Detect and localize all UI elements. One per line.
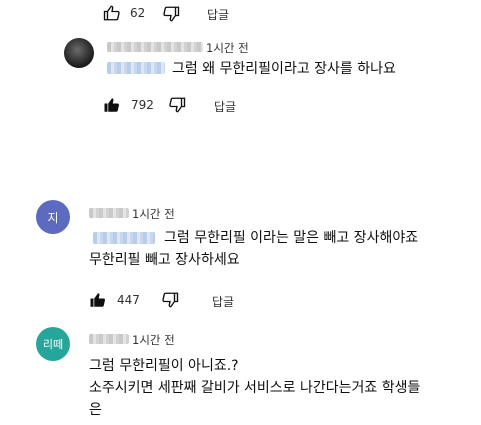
comment-text-line1: 그럼 무한리필 이라는 말은 빼고 장사해야죠: [164, 230, 419, 246]
author-name[interactable]: [89, 334, 129, 344]
mention-link[interactable]: [93, 232, 155, 244]
author-name[interactable]: [107, 42, 203, 52]
comment-text-line1: 그럼 무한리필이 아니죠.?: [89, 358, 239, 374]
timestamp[interactable]: 1시간 전: [132, 206, 175, 222]
timestamp[interactable]: 1시간 전: [206, 40, 249, 56]
like-count: 62: [130, 6, 146, 20]
avatar[interactable]: [64, 38, 94, 68]
comment-text-line2: 소주시키면 세판째 갈비가 서비스로 나간다는거죠 학생들: [89, 380, 421, 396]
author-name[interactable]: [89, 208, 129, 218]
thumbs-up-outline-icon[interactable]: [103, 4, 121, 22]
thumbs-down-outline-icon[interactable]: [162, 5, 180, 23]
thumbs-up-filled-icon[interactable]: [103, 96, 121, 114]
comment-text-line3: 은: [89, 402, 102, 418]
reply-button[interactable]: 답글: [214, 98, 236, 115]
thumbs-down-outline-icon[interactable]: [168, 96, 186, 114]
timestamp[interactable]: 1시간 전: [132, 332, 175, 348]
avatar[interactable]: 리떼: [36, 327, 70, 361]
like-count: 447: [117, 293, 140, 307]
thumbs-up-filled-icon[interactable]: [89, 291, 107, 309]
avatar[interactable]: 지: [36, 200, 70, 234]
reply-button[interactable]: 답글: [212, 293, 234, 310]
thumbs-down-outline-icon[interactable]: [161, 291, 179, 309]
reply-button[interactable]: 답글: [207, 6, 229, 23]
like-count: 792: [131, 98, 154, 112]
avatar-initials: 리떼: [42, 338, 64, 351]
comment-text-line2: 무한리필 빼고 장사하세요: [89, 252, 240, 268]
comment-text: 그럼 왜 무한리필이라고 장사를 하나요: [172, 61, 396, 77]
avatar-initials: 지: [47, 210, 59, 225]
mention-link[interactable]: [107, 62, 165, 74]
